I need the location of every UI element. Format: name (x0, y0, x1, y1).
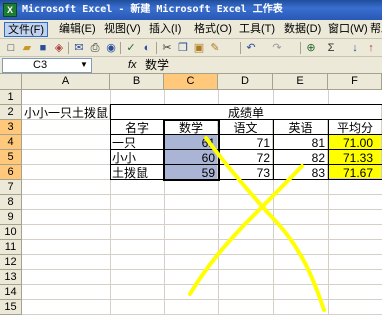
menu-help[interactable]: 帮助 (367, 22, 382, 37)
column-header-e[interactable]: E (273, 74, 328, 90)
row-header-6[interactable]: 6 (0, 165, 22, 180)
menu-file[interactable]: 文件(F) (4, 22, 49, 37)
menu-data[interactable]: 数据(D) (281, 22, 324, 37)
spelling-icon[interactable]: ✓ (124, 41, 138, 55)
print-preview-icon[interactable]: ◉ (104, 41, 118, 55)
row-header-3[interactable]: 3 (0, 120, 22, 135)
cell-b6[interactable]: 土拨鼠 (111, 165, 164, 180)
cell-b4[interactable]: 一只 (111, 135, 164, 150)
cell-d5[interactable]: 72 (219, 150, 273, 165)
row-header-13[interactable]: 13 (0, 270, 22, 285)
row-header-11[interactable]: 11 (0, 240, 22, 255)
column-header-a[interactable]: A (22, 74, 110, 90)
copy-icon[interactable]: ❐ (176, 41, 190, 55)
cell-b5[interactable]: 小小 (111, 150, 164, 165)
fx-icon[interactable]: fx (128, 58, 137, 73)
format-painter-icon[interactable]: ✎ (208, 41, 222, 55)
header-english[interactable]: 英语 (274, 120, 328, 135)
permission-icon[interactable]: ◈ (52, 41, 66, 55)
row-header-2[interactable]: 2 (0, 105, 22, 120)
title-bar: X Microsoft Excel - 新建 Microsoft Excel 工… (0, 0, 382, 20)
research-icon[interactable]: ◐ (140, 41, 154, 55)
menu-view[interactable]: 视图(V) (101, 22, 144, 37)
cell-b2-merged-title[interactable]: 成绩单 (111, 105, 382, 120)
print-icon[interactable]: ⎙ (88, 41, 102, 55)
menu-edit[interactable]: 编辑(E) (56, 22, 99, 37)
email-icon[interactable]: ✉ (72, 41, 86, 55)
cell-a2[interactable]: 小小一只土拨鼠 (23, 105, 110, 120)
formula-input[interactable]: 数学 (145, 58, 169, 73)
cell-f5[interactable]: 71.33 (329, 150, 382, 165)
cell-d6[interactable]: 73 (219, 165, 273, 180)
row-header-7[interactable]: 7 (0, 180, 22, 195)
sort-ascending-icon[interactable]: ↓ (348, 41, 362, 55)
excel-icon[interactable]: X (3, 3, 17, 17)
sort-descending-icon[interactable]: ↑ (364, 41, 378, 55)
cell-f6[interactable]: 71.67 (329, 165, 382, 180)
select-all-corner[interactable] (0, 74, 22, 90)
name-box-value: C3 (33, 59, 48, 71)
row-header-5[interactable]: 5 (0, 150, 22, 165)
menu-insert[interactable]: 插入(I) (146, 22, 184, 37)
cell-e6[interactable]: 83 (274, 165, 328, 180)
standard-toolbar: □ ▰ ■ ◈ ✉ ⎙ ◉ ✓ ◐ ✂ ❐ ▣ ✎ ↶ ↷ ⊕ Σ ↓ ↑ (0, 39, 382, 57)
cell-e5[interactable]: 82 (274, 150, 328, 165)
header-math[interactable]: 数学 (165, 120, 218, 135)
redo-icon[interactable]: ↷ (270, 41, 284, 55)
cell-f4[interactable]: 71.00 (329, 135, 382, 150)
cut-icon[interactable]: ✂ (160, 41, 174, 55)
row-header-1[interactable]: 1 (0, 90, 22, 105)
header-name[interactable]: 名字 (111, 120, 164, 135)
row-header-12[interactable]: 12 (0, 255, 22, 270)
new-icon[interactable]: □ (4, 41, 18, 55)
header-chinese[interactable]: 语文 (219, 120, 273, 135)
cell-c4[interactable]: 61 (165, 135, 218, 150)
row-header-14[interactable]: 14 (0, 285, 22, 300)
cell-e4[interactable]: 81 (274, 135, 328, 150)
column-header-b[interactable]: B (110, 74, 164, 90)
undo-icon[interactable]: ↶ (244, 41, 258, 55)
window-title: Microsoft Excel - 新建 Microsoft Excel 工作表 (22, 4, 283, 15)
row-header-15[interactable]: 15 (0, 300, 22, 315)
column-header-f[interactable]: F (328, 74, 382, 90)
formula-bar: C3 ▼ fx 数学 (0, 57, 382, 74)
row-header-10[interactable]: 10 (0, 225, 22, 240)
name-box[interactable]: C3 (2, 58, 92, 73)
chevron-down-icon[interactable]: ▼ (80, 60, 88, 69)
header-average[interactable]: 平均分 (329, 120, 382, 135)
row-header-9[interactable]: 9 (0, 210, 22, 225)
row-header-4[interactable]: 4 (0, 135, 22, 150)
menu-window[interactable]: 窗口(W) (325, 22, 371, 37)
autosum-icon[interactable]: Σ (324, 41, 338, 55)
menu-bar: 文件(F) 编辑(E) 视图(V) 插入(I) 格式(O) 工具(T) 数据(D… (0, 20, 382, 39)
cell-c6[interactable]: 59 (165, 165, 218, 180)
column-header-d[interactable]: D (218, 74, 273, 90)
cell-d4[interactable]: 71 (219, 135, 273, 150)
menu-tools[interactable]: 工具(T) (236, 22, 278, 37)
cell-c5[interactable]: 60 (165, 150, 218, 165)
row-header-8[interactable]: 8 (0, 195, 22, 210)
worksheet-grid[interactable]: A B C D E F 1 2 3 4 5 6 7 8 9 10 11 12 1… (0, 74, 382, 315)
hyperlink-icon[interactable]: ⊕ (304, 41, 318, 55)
open-icon[interactable]: ▰ (20, 41, 34, 55)
column-header-c[interactable]: C (164, 74, 218, 90)
save-icon[interactable]: ■ (36, 41, 50, 55)
menu-format[interactable]: 格式(O) (191, 22, 235, 37)
paste-icon[interactable]: ▣ (192, 41, 206, 55)
